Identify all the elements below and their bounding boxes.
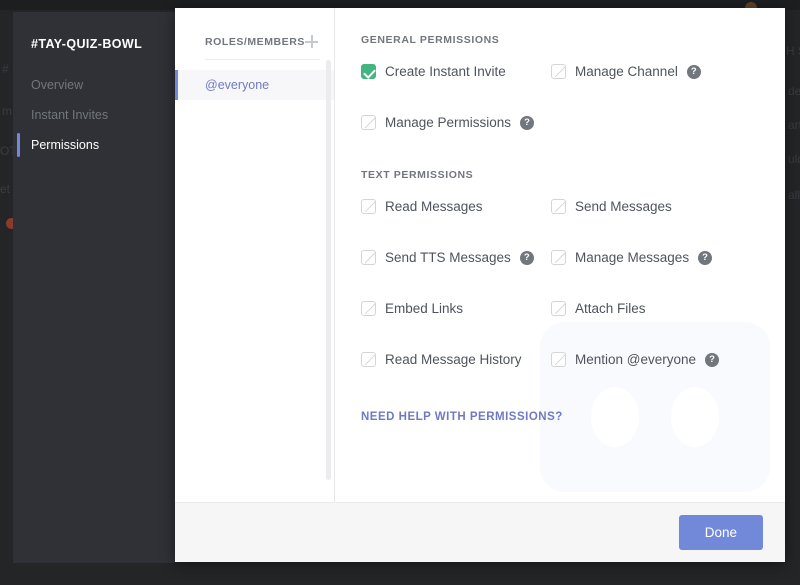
permission-row-manage-channel[interactable]: Manage Channel ?	[551, 46, 785, 97]
permission-label: Embed Links	[385, 301, 464, 316]
permission-label: Manage Channel	[575, 64, 678, 79]
sidebar-nav: Overview Instant Invites Permissions	[13, 70, 175, 160]
permission-label: Send Messages	[575, 199, 672, 214]
backdrop-ghost-text: arth	[788, 118, 800, 132]
checkbox-neutral-icon[interactable]	[361, 301, 376, 316]
channel-permissions-modal: ROLES/MEMBERS @everyone GENERAL PERMISSI…	[175, 8, 785, 562]
permission-row-embed-links[interactable]: Embed Links	[361, 283, 551, 334]
checkbox-neutral-icon[interactable]	[361, 250, 376, 265]
backdrop-ghost-text: H Sa	[786, 44, 800, 58]
permission-row-mention-everyone[interactable]: Mention @everyone ?	[551, 334, 785, 385]
roles-members-panel: ROLES/MEMBERS @everyone	[175, 8, 335, 502]
page-title: #TAY-QUIZ-BOWL	[31, 37, 143, 51]
help-question-icon[interactable]: ?	[705, 352, 720, 367]
permission-label: Manage Permissions	[385, 115, 512, 130]
add-role-member-button[interactable]	[305, 35, 318, 48]
roles-divider	[205, 59, 320, 60]
permissions-content: GENERAL PERMISSIONS Create Instant Invit…	[335, 8, 785, 425]
checkbox-neutral-icon[interactable]	[361, 199, 376, 214]
checkbox-neutral-icon[interactable]	[361, 115, 376, 130]
roles-scrollbar[interactable]	[326, 60, 331, 480]
permission-row-send-tts-messages[interactable]: Send TTS Messages ?	[361, 232, 551, 283]
sidebar-item-label: Permissions	[31, 138, 100, 152]
permission-label: Mention @everyone	[575, 352, 697, 367]
modal-footer: Done	[175, 502, 785, 562]
permission-row-empty	[551, 97, 785, 148]
sidebar-item-permissions[interactable]: Permissions	[13, 130, 175, 160]
sidebar-item-overview[interactable]: Overview	[13, 70, 175, 100]
roles-members-header: ROLES/MEMBERS	[175, 8, 334, 48]
permission-label: Send TTS Messages	[385, 250, 511, 265]
sidebar-item-label: Instant Invites	[31, 108, 109, 122]
modal-body: ROLES/MEMBERS @everyone GENERAL PERMISSI…	[175, 8, 785, 502]
help-question-icon[interactable]: ?	[519, 250, 534, 265]
roles-members-title: ROLES/MEMBERS	[205, 35, 305, 48]
active-indicator-bar	[17, 133, 20, 157]
backdrop-ghost-text: dec	[788, 84, 800, 98]
section-title-general: GENERAL PERMISSIONS	[361, 34, 500, 46]
help-question-icon[interactable]: ?	[698, 250, 713, 265]
checkbox-neutral-icon[interactable]	[551, 352, 566, 367]
permission-row-manage-permissions[interactable]: Manage Permissions ?	[361, 97, 551, 148]
need-help-with-permissions-link[interactable]: NEED HELP WITH PERMISSIONS?	[361, 411, 563, 423]
done-button[interactable]: Done	[678, 515, 763, 550]
backdrop-ghost-text: m	[2, 104, 12, 118]
role-selected-indicator	[175, 70, 178, 100]
permission-row-attach-files[interactable]: Attach Files	[551, 283, 785, 334]
permission-row-manage-messages[interactable]: Manage Messages ?	[551, 232, 785, 283]
role-list-item-everyone[interactable]: @everyone	[175, 70, 334, 100]
permission-row-read-messages[interactable]: Read Messages	[361, 181, 551, 232]
checkbox-allow-icon[interactable]	[361, 64, 376, 79]
permission-label: Read Messages	[385, 199, 483, 214]
permission-label: Attach Files	[575, 301, 646, 316]
checkbox-neutral-icon[interactable]	[551, 64, 566, 79]
help-question-icon[interactable]: ?	[520, 115, 535, 130]
sidebar-item-label: Overview	[31, 78, 84, 92]
permissions-panel: GENERAL PERMISSIONS Create Instant Invit…	[335, 8, 785, 502]
help-question-icon[interactable]: ?	[686, 64, 701, 79]
permission-row-read-message-history[interactable]: Read Message History	[361, 334, 551, 385]
checkbox-neutral-icon[interactable]	[551, 199, 566, 214]
channel-settings-sidebar: #TAY-QUIZ-BOWL Overview Instant Invites …	[13, 12, 175, 563]
backdrop-ghost-text: uld	[788, 152, 800, 166]
role-label: @everyone	[205, 78, 270, 92]
permission-label: Read Message History	[385, 352, 522, 367]
backdrop-ghost-text: ally	[788, 188, 800, 202]
section-title-text: TEXT PERMISSIONS	[361, 169, 474, 181]
checkbox-neutral-icon[interactable]	[361, 352, 376, 367]
permission-row-send-messages[interactable]: Send Messages	[551, 181, 785, 232]
permission-label: Manage Messages	[575, 250, 690, 265]
sidebar-item-instant-invites[interactable]: Instant Invites	[13, 100, 175, 130]
permission-row-create-instant-invite[interactable]: Create Instant Invite	[361, 46, 551, 97]
general-permissions-grid: Create Instant Invite Manage Channel ? M…	[361, 46, 785, 148]
checkbox-neutral-icon[interactable]	[551, 301, 566, 316]
text-permissions-grid: Read Messages Send Messages Send TTS Mes…	[361, 181, 785, 385]
backdrop-ghost-text: #	[2, 62, 9, 76]
permission-label: Create Instant Invite	[385, 64, 506, 79]
checkbox-neutral-icon[interactable]	[551, 250, 566, 265]
